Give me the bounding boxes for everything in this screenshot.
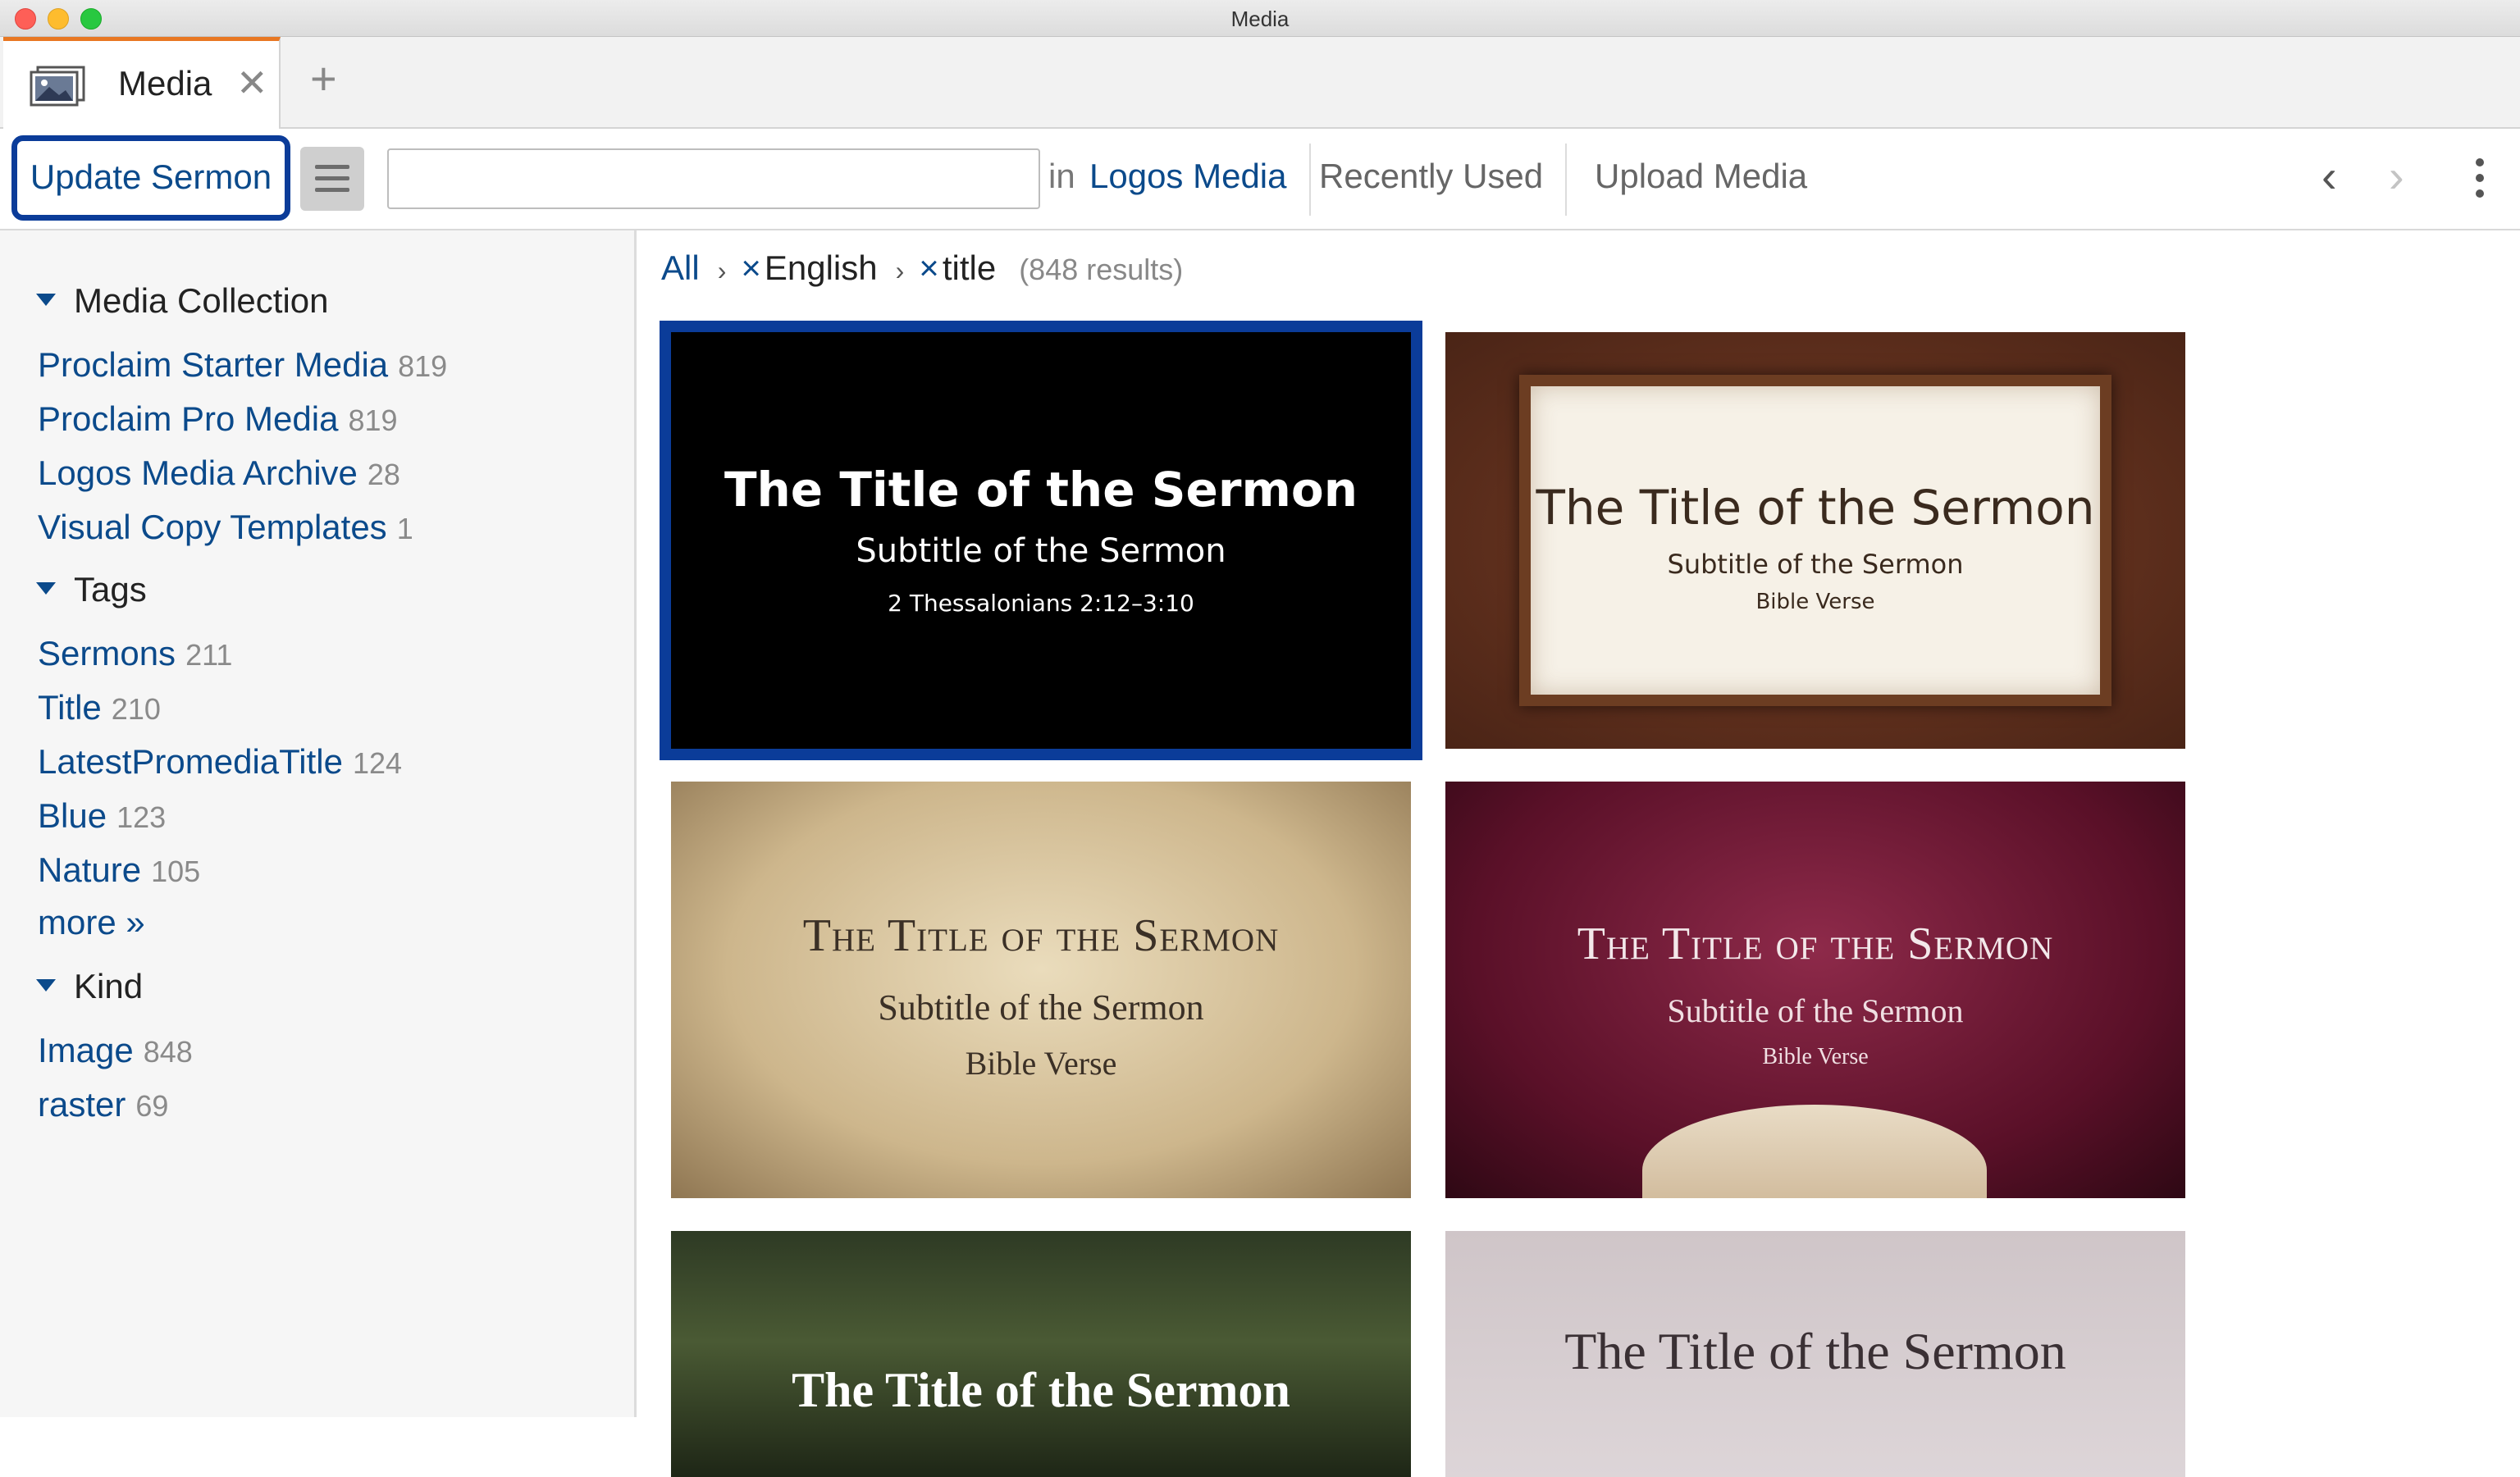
facet-label: Proclaim Starter Media: [38, 345, 389, 384]
facet-count: 124: [352, 746, 403, 780]
facet-item[interactable]: Proclaim Pro Media 819: [38, 399, 398, 439]
facet-count: 210: [111, 692, 161, 726]
facet-count: 69: [135, 1089, 169, 1123]
results-count: (848 results): [1019, 253, 1184, 286]
media-tile[interactable]: The Title of the Sermon Subtitle of the …: [1445, 332, 2185, 749]
tile-title: The Title of the Sermon: [802, 910, 1280, 961]
facet-item[interactable]: Image 848: [38, 1031, 193, 1070]
toolbar-divider: [1565, 144, 1567, 216]
section-kind[interactable]: Kind: [36, 967, 143, 1006]
facet-count: 211: [185, 638, 233, 672]
tile-subtitle: Subtitle of the Sermon: [856, 532, 1226, 570]
tile-title: The Title of the Sermon: [792, 1363, 1290, 1417]
facet-item[interactable]: Nature 105: [38, 850, 200, 890]
section-media-collection[interactable]: Media Collection: [36, 281, 329, 321]
tile-title: The Title of the Sermon: [1536, 480, 2095, 536]
caret-down-icon: [36, 979, 56, 992]
more-options-icon[interactable]: [2476, 158, 2486, 204]
tile-verse: Bible Verse: [965, 1045, 1117, 1082]
tile-title: The Title of the Sermon: [724, 462, 1358, 517]
tile-title: The Title of the Sermon: [1577, 919, 2054, 969]
update-sermon-button[interactable]: Update Sermon: [11, 135, 290, 221]
more-tags-link[interactable]: more »: [38, 903, 145, 942]
facet-label: Image: [38, 1031, 134, 1069]
media-tile[interactable]: The Title of the Sermon: [671, 1231, 1411, 1477]
filter-chip: English: [764, 248, 878, 287]
facet-item[interactable]: raster 69: [38, 1085, 168, 1124]
hamburger-menu-icon[interactable]: [300, 147, 364, 211]
tile-subtitle: Subtitle of the Sermon: [878, 987, 1204, 1028]
wood-frame: [1519, 375, 2111, 706]
upload-media-button[interactable]: Upload Media: [1595, 157, 1807, 196]
tab-media[interactable]: Media ✕: [3, 37, 281, 129]
facet-count: 123: [116, 800, 167, 834]
breadcrumb: All › ×English › ×title (848 results): [661, 248, 1183, 288]
section-tags[interactable]: Tags: [36, 570, 147, 609]
tab-bar: Media ✕ +: [0, 37, 2520, 129]
tile-subtitle: Subtitle of the Sermon: [1667, 992, 1964, 1029]
media-tile[interactable]: The Title of the Sermon: [1445, 1231, 2185, 1477]
add-tab-icon[interactable]: +: [310, 56, 337, 102]
facet-count: 848: [143, 1035, 193, 1069]
toolbar: Update Sermon in Logos Media Recently Us…: [0, 129, 2520, 230]
tile-verse: Bible Verse: [1762, 1044, 1869, 1069]
search-scope-prefix: in: [1048, 157, 1075, 195]
facet-label: LatestPromediaTitle: [38, 742, 343, 781]
filter-chip: title: [942, 248, 997, 287]
recently-used-button[interactable]: Recently Used: [1319, 157, 1543, 196]
facet-item[interactable]: Proclaim Starter Media 819: [38, 345, 447, 385]
window-title: Media: [1230, 7, 1290, 31]
media-icon: [30, 66, 85, 107]
tab-label: Media: [118, 64, 212, 103]
search-input[interactable]: [387, 148, 1040, 209]
sidebar: Media Collection Proclaim Starter Media 8…: [0, 230, 637, 1417]
facet-count: 28: [367, 458, 400, 491]
facet-count: 1: [396, 512, 413, 545]
tile-subtitle: Subtitle of the Sermon: [1667, 549, 1964, 580]
facet-label: raster: [38, 1085, 126, 1124]
caret-down-icon: [36, 294, 56, 307]
toolbar-divider: [1309, 144, 1311, 216]
tile-title: The Title of the Sermon: [1564, 1322, 2066, 1380]
media-tile[interactable]: The Title of the Sermon Subtitle of the …: [1445, 782, 2185, 1198]
facet-item[interactable]: Visual Copy Templates 1: [38, 508, 413, 547]
section-title: Kind: [74, 967, 144, 1005]
facet-label: Visual Copy Templates: [38, 508, 387, 546]
remove-filter-icon[interactable]: ×: [919, 248, 939, 287]
facet-item[interactable]: Sermons 211: [38, 634, 232, 673]
caret-down-icon: [36, 582, 56, 595]
tile-verse: Bible Verse: [1755, 590, 1875, 614]
facet-item[interactable]: Title 210: [38, 688, 161, 727]
facet-label: Blue: [38, 796, 107, 835]
open-bible-graphic: [1642, 1105, 1987, 1198]
facet-count: 819: [398, 349, 448, 383]
facet-count: 819: [348, 403, 398, 437]
media-tile[interactable]: The Title of the Sermon Subtitle of the …: [671, 782, 1411, 1198]
facet-label: Sermons: [38, 634, 176, 672]
forward-arrow-icon[interactable]: ›: [2389, 153, 2404, 199]
facet-label: Title: [38, 688, 102, 727]
facet-label: Logos Media Archive: [38, 454, 358, 492]
breadcrumb-all[interactable]: All: [661, 248, 700, 287]
back-arrow-icon[interactable]: ‹: [2321, 153, 2337, 199]
facet-item[interactable]: Blue 123: [38, 796, 166, 836]
facet-item[interactable]: Logos Media Archive 28: [38, 454, 400, 493]
window-titlebar: Media: [0, 0, 2520, 37]
chevron-right-icon: ›: [895, 256, 905, 285]
search-scope-link[interactable]: Logos Media: [1089, 157, 1287, 196]
facet-label: Proclaim Pro Media: [38, 399, 339, 438]
remove-filter-icon[interactable]: ×: [741, 248, 761, 287]
section-title: Media Collection: [74, 281, 329, 320]
section-title: Tags: [74, 570, 147, 609]
close-tab-icon[interactable]: ✕: [236, 61, 268, 105]
facet-item[interactable]: LatestPromediaTitle 124: [38, 742, 402, 782]
facet-label: Nature: [38, 850, 142, 889]
facet-count: 105: [151, 855, 201, 888]
tile-verse: 2 Thessalonians 2:12–3:10: [888, 590, 1194, 617]
more-link-label: more »: [38, 903, 145, 941]
chevron-right-icon: ›: [717, 256, 727, 285]
results-panel: All › ×English › ×title (848 results) The Tit…: [637, 230, 2520, 1477]
media-tile[interactable]: The Title of the Sermon Subtitle of the …: [660, 321, 1422, 760]
